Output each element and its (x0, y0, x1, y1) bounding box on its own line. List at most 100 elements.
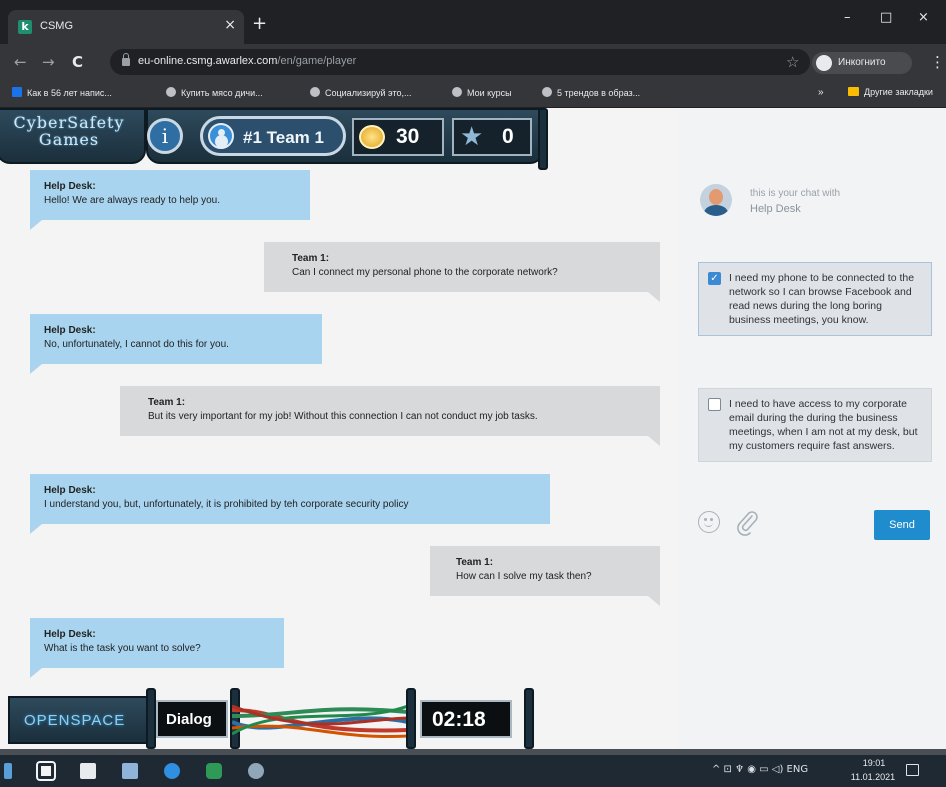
checkbox-icon[interactable] (708, 398, 721, 411)
window-maximize-button[interactable]: □ (880, 10, 892, 25)
browser-tab[interactable]: k CSMG × (8, 10, 244, 44)
bookmark-label: Социализируй это,... (325, 88, 412, 98)
star-counter: ★ 0 (452, 118, 532, 156)
message-sender: Team 1: (292, 253, 330, 264)
message-text: What is the task you want to solve? (44, 643, 201, 654)
coin-counter: 30 (352, 118, 444, 156)
lock-icon[interactable] (122, 53, 130, 66)
help-desk-message: Help Desk: No, unfortunately, I cannot d… (30, 314, 322, 374)
clock-time[interactable]: 19:01 (852, 758, 896, 768)
hud-post (146, 688, 156, 749)
cables-decoration (232, 704, 408, 739)
team-message: Team 1: How can I solve my task then? (430, 546, 660, 606)
answer-option[interactable]: I need to have access to my corporate em… (698, 388, 932, 462)
game-area: CyberSafety Games i #1 Team 1 30 ★ 0 Hel… (0, 108, 678, 749)
timer-value: 02:18 (432, 708, 486, 731)
bookmark-label: Как в 56 лет напис... (27, 88, 112, 98)
bottom-hud: OPENSPACE Dialog 02:18 (0, 686, 678, 749)
location-label: OPENSPACE (24, 712, 126, 729)
other-bookmarks-label: Другие закладки (864, 87, 933, 97)
page-viewport: CyberSafety Games i #1 Team 1 30 ★ 0 Hel… (0, 108, 946, 749)
chat-with-name: Help Desk (750, 203, 801, 215)
message-text: Can I connect my personal phone to the c… (292, 267, 558, 278)
message-text: Hello! We are always ready to help you. (44, 195, 221, 206)
address-bar[interactable]: eu-online.csmg.awarlex.com/en/game/playe… (110, 49, 810, 75)
site-favicon-icon: k (18, 20, 32, 34)
hud-post (538, 108, 548, 170)
message-text: How can I solve my task then? (456, 571, 592, 582)
team-badge[interactable]: #1 Team 1 (200, 116, 346, 156)
coin-icon (359, 125, 385, 149)
message-text: I understand you, but, unfortunately, it… (44, 499, 409, 510)
message-sender: Help Desk: (44, 325, 96, 336)
url-host: eu-online.csmg.awarlex.com (138, 55, 278, 67)
window-minimize-button[interactable]: – (844, 10, 851, 25)
globe-icon (310, 87, 320, 97)
browser-tab-strip: k CSMG × + – □ × (0, 0, 946, 44)
answer-option-text: I need my phone to be connected to the n… (729, 272, 915, 326)
url-text: eu-online.csmg.awarlex.com/en/game/playe… (138, 55, 356, 67)
notification-icon[interactable] (906, 764, 919, 776)
explorer-icon[interactable] (122, 763, 138, 779)
help-desk-avatar (700, 184, 732, 216)
location-plate: OPENSPACE (8, 696, 148, 744)
bookmark-star-icon[interactable]: ☆ (786, 53, 799, 71)
new-tab-button[interactable]: + (252, 13, 267, 34)
chat-with-hint: this is your chat with (750, 188, 841, 199)
tab-close-icon[interactable]: × (224, 17, 236, 33)
bookmark-item[interactable]: 5 трендов в образ... (542, 87, 640, 98)
other-bookmarks[interactable]: Другие закладки (848, 87, 933, 97)
hud-post (524, 688, 534, 749)
message-sender: Help Desk: (44, 485, 96, 496)
globe-icon (542, 87, 552, 97)
reload-icon[interactable]: C (72, 53, 83, 71)
bookmarks-overflow-icon[interactable]: » (818, 87, 824, 98)
message-sender: Team 1: (456, 557, 494, 568)
folder-icon (848, 87, 859, 96)
send-button[interactable]: Send (874, 510, 930, 540)
window-close-button[interactable]: × (918, 10, 929, 25)
incognito-profile-button[interactable]: Инкогнито (812, 52, 912, 74)
incognito-icon (816, 55, 832, 71)
help-desk-message: Help Desk: What is the task you want to … (30, 618, 284, 678)
mode-label: Dialog (166, 711, 212, 728)
acrobat-icon[interactable] (80, 763, 96, 779)
answer-option[interactable]: ✓ I need my phone to be connected to the… (698, 262, 932, 336)
forward-arrow-icon[interactable]: → (42, 53, 55, 71)
bookmark-item[interactable]: Купить мясо дичи... (166, 87, 263, 98)
game-logo: CyberSafety Games (4, 114, 134, 148)
bookmark-item[interactable]: Мои курсы (452, 87, 512, 98)
team-message: Team 1: But its very important for my jo… (120, 386, 660, 446)
attachment-icon[interactable] (736, 510, 760, 536)
start-icon[interactable] (4, 763, 12, 779)
clock-date[interactable]: 11.01.2021 (846, 772, 900, 782)
windows-taskbar: ^ ⊡ ♆ ◉ ▭ ◁) ENG 19:01 11.01.2021 (0, 755, 946, 787)
checkbox-checked-icon[interactable]: ✓ (708, 272, 721, 285)
mode-indicator: Dialog (156, 700, 228, 738)
team-label: #1 Team 1 (243, 128, 324, 147)
emoji-icon[interactable] (698, 511, 720, 533)
help-desk-message: Help Desk: Hello! We are always ready to… (30, 170, 310, 230)
logo-plate: CyberSafety Games (0, 108, 146, 164)
back-arrow-icon[interactable]: ← (14, 53, 27, 71)
answer-option-text: I need to have access to my corporate em… (729, 398, 918, 452)
message-sender: Help Desk: (44, 181, 96, 192)
skype-icon[interactable] (164, 763, 180, 779)
star-icon: ★ (460, 122, 484, 152)
message-text: No, unfortunately, I cannot do this for … (44, 339, 229, 350)
shield-icon[interactable] (206, 763, 222, 779)
globe-icon (452, 87, 462, 97)
bookmark-item[interactable]: Социализируй это,... (310, 87, 411, 98)
help-desk-message: Help Desk: I understand you, but, unfort… (30, 474, 550, 534)
task-view-icon[interactable] (36, 761, 56, 781)
bookmark-item[interactable]: Как в 56 лет напис... (12, 87, 112, 98)
message-sender: Help Desk: (44, 629, 96, 640)
chat-panel: this is your chat with Help Desk ✓ I nee… (678, 108, 946, 749)
browser-menu-icon[interactable]: ⋮ (930, 53, 945, 71)
star-value: 0 (502, 125, 514, 148)
profile-label: Инкогнито (838, 57, 886, 68)
chrome-icon[interactable] (248, 763, 264, 779)
info-icon[interactable]: i (147, 118, 183, 154)
system-tray[interactable]: ^ ⊡ ♆ ◉ ▭ ◁) ENG (712, 764, 808, 775)
bookmark-favicon-icon (12, 87, 22, 97)
